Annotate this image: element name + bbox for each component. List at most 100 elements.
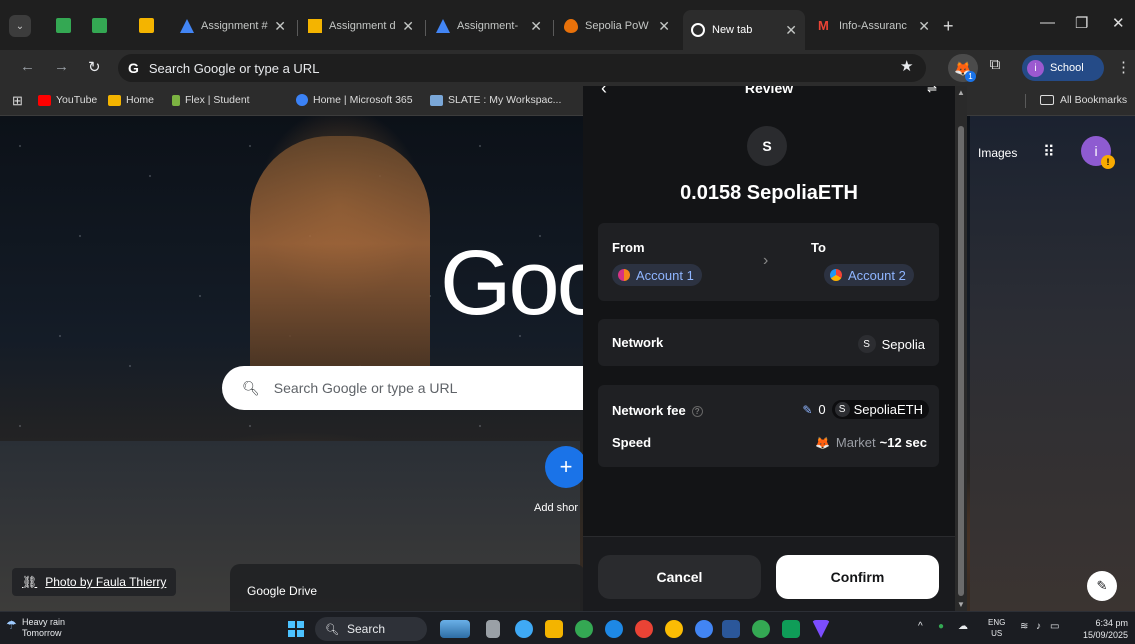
advanced-settings-icon[interactable]: ⇌ [927, 86, 937, 96]
network-card: Network S Sepolia [598, 319, 939, 366]
pinned-tab-slides[interactable] [135, 14, 157, 36]
bookmark-flex[interactable]: Flex | Student [172, 94, 250, 106]
wifi-icon[interactable]: ≋ [1020, 621, 1028, 632]
extensions-puzzle-icon[interactable]: ⧉ [984, 56, 1006, 78]
lang-region: US [991, 629, 1003, 638]
edge-icon[interactable] [605, 620, 623, 638]
tab-new-tab[interactable]: New tab ✕ [683, 10, 805, 50]
edit-fee-pencil-icon[interactable]: ✎ [802, 403, 812, 417]
copilot-icon[interactable] [515, 620, 533, 638]
chrome-profile-icon-3[interactable] [695, 620, 713, 638]
from-account-chip[interactable]: Account 1 [612, 264, 702, 286]
customize-pencil-icon[interactable]: ✎ [1087, 571, 1117, 601]
speaker-icon[interactable]: ♪ [1036, 621, 1041, 632]
profile-chip[interactable]: i School [1022, 55, 1104, 81]
apps-grid-icon[interactable]: ⊞ [12, 93, 23, 109]
battery-icon[interactable]: ▭ [1050, 621, 1059, 632]
info-icon[interactable]: ? [691, 406, 703, 418]
microsoft-365-icon [296, 94, 308, 106]
bookmark-star-icon[interactable]: ★ [900, 57, 913, 75]
ntp-search-box[interactable]: 🔍︎ Search Google or type a URL [222, 366, 642, 410]
confirm-button[interactable]: Confirm [776, 555, 939, 599]
link-icon: ⛓ [22, 575, 38, 589]
metamask-extension-button[interactable]: 🦊 1 [948, 54, 978, 82]
metamask-popup: ‹ Review ⇌ S 0.0158 SepoliaETH From Acco… [583, 86, 955, 611]
reload-icon[interactable]: ↻ [88, 58, 101, 76]
minimize-button[interactable]: — [1040, 14, 1055, 31]
youtube-icon [38, 94, 51, 106]
pinned-tab-sheets-2[interactable] [88, 14, 110, 36]
close-tab-icon[interactable]: ✕ [268, 18, 286, 35]
onedrive-icon[interactable]: ☁ [958, 621, 968, 632]
clock-date: 15/09/2025 [1082, 630, 1128, 640]
close-tab-icon[interactable]: ✕ [652, 18, 670, 35]
tab-search-button[interactable]: ⌄ [9, 15, 31, 37]
close-tab-icon[interactable]: ✕ [396, 18, 414, 35]
tab-label: New tab [712, 24, 753, 36]
folder-icon [1040, 95, 1054, 105]
images-link[interactable]: Images [978, 146, 1017, 160]
from-to-card: From Account 1 › To Account 2 [598, 223, 939, 301]
bookmark-m365[interactable]: Home | Microsoft 365 [296, 94, 413, 106]
cancel-button[interactable]: Cancel [598, 555, 761, 599]
google-drive-card[interactable]: Google Drive [230, 564, 585, 611]
close-tab-icon[interactable]: ✕ [779, 22, 797, 39]
google-account-avatar[interactable]: i ! [1081, 136, 1115, 169]
tray-overflow-icon[interactable]: ^ [918, 621, 923, 632]
all-bookmarks-button[interactable]: All Bookmarks [1040, 94, 1127, 106]
pinned-tab-sheets-1[interactable] [52, 14, 74, 36]
scrollbar-thumb[interactable] [958, 126, 964, 596]
scroll-up-icon[interactable]: ▲ [957, 88, 965, 97]
avatar-initial: i [1094, 143, 1098, 159]
weather-widget[interactable]: ☂ Heavy rain Tomorrow [6, 617, 65, 639]
photo-credit-text: Photo by Faula Thierry [45, 575, 167, 589]
photo-credit-link[interactable]: ⛓ Photo by Faula Thierry [12, 568, 177, 596]
bookmark-home[interactable]: Home [108, 94, 154, 106]
forward-arrow-icon[interactable]: → [54, 58, 69, 75]
chrome-profile-icon-2[interactable] [665, 620, 683, 638]
word-icon[interactable] [722, 620, 740, 638]
system-clock[interactable]: 6:34 pm 15/09/2025 [1066, 617, 1128, 641]
tab-assignment-1[interactable]: Assignment # ✕ [172, 10, 294, 42]
chrome-profile-icon-4[interactable] [752, 620, 770, 638]
tab-info-assurance[interactable]: M Info-Assuranc ✕ [810, 10, 938, 42]
back-arrow-icon[interactable]: ← [20, 58, 35, 75]
bookmark-youtube[interactable]: YouTube [38, 94, 97, 106]
chrome-taskbar-icon[interactable] [575, 620, 593, 638]
faucet-drop-icon [564, 19, 578, 33]
chrome-menu-icon[interactable]: ⋮ [1116, 58, 1131, 76]
vpn-icon[interactable] [812, 620, 830, 638]
tab-assignment-2[interactable]: Assignment d ✕ [300, 10, 422, 42]
lang-code: ENG [988, 618, 1006, 627]
bookmark-slate[interactable]: SLATE : My Workspac... [430, 94, 561, 106]
tab-sepolia-pow[interactable]: Sepolia PoW ✕ [556, 10, 678, 42]
google-logo: Goo [440, 232, 608, 334]
taskbar-search[interactable]: 🔍︎ Search [315, 617, 427, 641]
arrow-right-icon: › [763, 252, 769, 269]
windows-taskbar: ☂ Heavy rain Tomorrow 🔍︎ Search ^ ● ☁ EN… [0, 611, 1135, 644]
close-tab-icon[interactable]: ✕ [524, 18, 542, 35]
restore-button[interactable]: ❐ [1075, 14, 1088, 32]
tray-app-icon[interactable]: ● [938, 621, 944, 632]
network-fee-text: Network fee [612, 403, 686, 418]
google-apps-icon[interactable]: ⠿ [1043, 142, 1055, 162]
bookmark-divider [1025, 94, 1026, 108]
tab-assignment-3[interactable]: Assignment- ✕ [428, 10, 550, 42]
scroll-down-icon[interactable]: ▼ [957, 600, 965, 609]
file-explorer-icon[interactable] [545, 620, 563, 638]
task-view-icon[interactable] [486, 620, 500, 638]
add-shortcut-button[interactable]: + [545, 446, 587, 488]
windows-start-icon[interactable] [288, 621, 304, 637]
close-tab-icon[interactable]: ✕ [912, 18, 930, 35]
language-indicator[interactable]: ENG US [988, 617, 1005, 639]
fee-currency-chip: S SepoliaETH [831, 400, 929, 419]
chrome-profile-icon[interactable] [635, 620, 653, 638]
to-account-chip[interactable]: Account 2 [824, 264, 914, 286]
address-bar[interactable]: G Search Google or type a URL [118, 54, 926, 82]
new-tab-button[interactable]: + [943, 16, 954, 37]
close-window-button[interactable]: ✕ [1112, 14, 1125, 32]
taskbar-widget-icon[interactable] [440, 620, 470, 638]
app-icon[interactable] [782, 620, 800, 638]
fee-card: Network fee? ✎ 0 S SepoliaETH Speed 🦊 Ma… [598, 385, 939, 467]
popup-scrollbar[interactable]: ▲ ▼ [955, 86, 967, 611]
